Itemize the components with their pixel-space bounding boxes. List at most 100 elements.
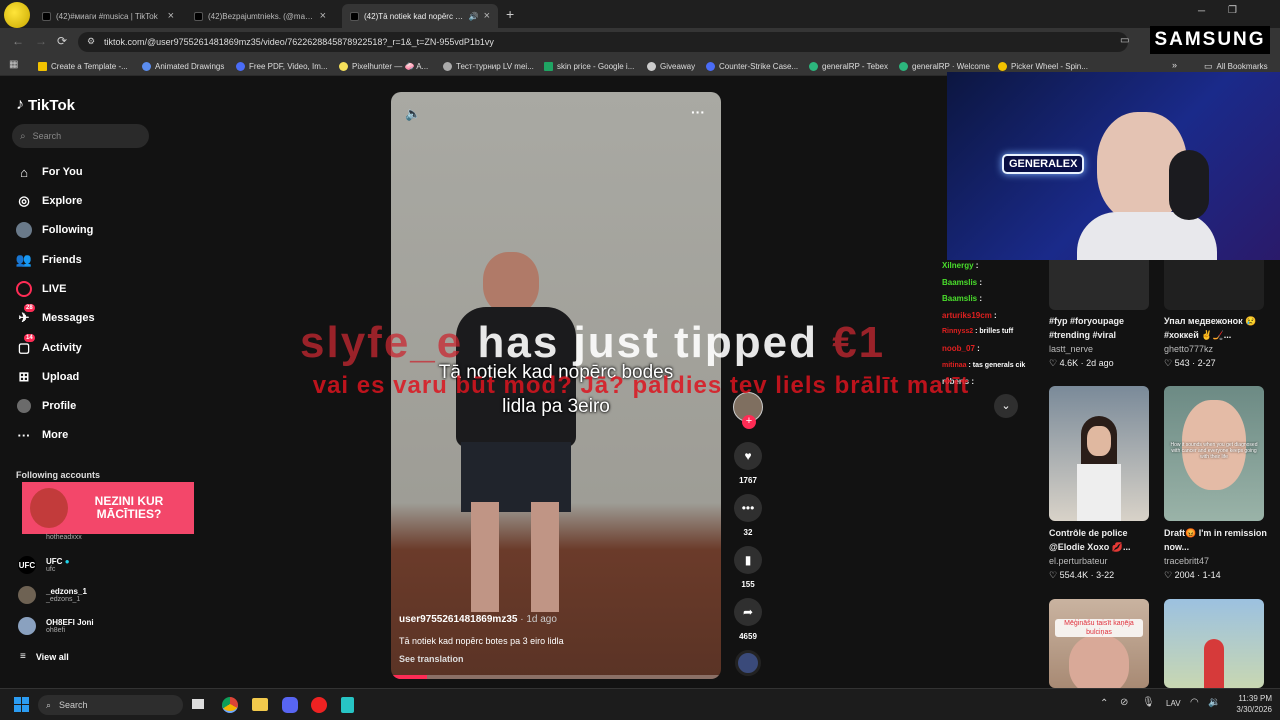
- related-thumb-5[interactable]: [1164, 599, 1264, 688]
- view-all-link[interactable]: ≡ View all: [20, 651, 69, 662]
- tab-0[interactable]: (42)#миаги #musica | TikTok ×: [34, 4, 182, 28]
- video-author[interactable]: user9755261481869mz35 · 1d ago: [399, 614, 557, 625]
- bookmarks-overflow-icon[interactable]: »: [1172, 60, 1177, 70]
- related-thumb-3[interactable]: How it sounds when you get diagnosed wit…: [1164, 386, 1264, 521]
- bookmark-2[interactable]: Free PDF, Video, Im...: [236, 59, 328, 73]
- related-thumb-2[interactable]: [1049, 386, 1149, 521]
- tray-chevron-icon[interactable]: ⌃: [1100, 698, 1108, 709]
- volume-tray-icon[interactable]: 🔉: [1208, 697, 1220, 708]
- tab-1[interactable]: (42)Bezpajumtnieks. (@mangu... ×: [186, 4, 334, 28]
- bookmark-favicon-icon: [647, 61, 656, 71]
- related-thumb-4[interactable]: Mēģināšu taisīt kaņēja bulciņas: [1049, 599, 1149, 688]
- network-icon[interactable]: ⊘: [1120, 697, 1128, 708]
- bookmark-9[interactable]: generalRP · Welcome: [899, 59, 990, 73]
- bookmark-0[interactable]: Create a Template -...: [38, 59, 128, 73]
- language-indicator[interactable]: LAV: [1166, 699, 1181, 708]
- microphone-icon[interactable]: 🎙: [1142, 697, 1155, 708]
- bookmark-3[interactable]: Pixelhunter — 🧼 A...: [339, 59, 428, 73]
- tip-message: vai es varu būt mod? Jā? paldies tev lie…: [312, 372, 970, 399]
- views-icon: ♡: [1164, 570, 1173, 580]
- bookmark-1[interactable]: Animated Drawings: [142, 59, 224, 73]
- following-account-2[interactable]: _edzons_1 _edzons_1: [18, 586, 87, 604]
- forward-icon[interactable]: →: [35, 34, 47, 48]
- nav-upload[interactable]: ⊞ Upload: [16, 369, 80, 385]
- close-tab-icon[interactable]: ×: [484, 10, 490, 22]
- maximize-icon[interactable]: ❐: [1228, 5, 1237, 16]
- address-bar-row: ← → ⟳ ⚙ tiktok.com/@user9755261481869mz3…: [0, 28, 1280, 56]
- comment-button[interactable]: ••• 32: [733, 494, 763, 537]
- profile-avatar[interactable]: [4, 2, 30, 28]
- profile-icon: [16, 398, 32, 414]
- reload-icon[interactable]: ⟳: [57, 34, 67, 48]
- sound-disc-icon[interactable]: [735, 650, 761, 676]
- following-account-1[interactable]: UFC UFC ● ufc: [18, 556, 70, 574]
- bookmark-5[interactable]: skin price - Google i...: [544, 59, 634, 73]
- bookmark-favicon-icon: [544, 61, 553, 71]
- live-icon: [16, 281, 32, 297]
- tab-strip: (42)#миаги #musica | TikTok × (42)Bezpaj…: [0, 0, 1280, 28]
- search-input[interactable]: ⌕ Search: [12, 124, 149, 148]
- windows-start-icon[interactable]: [14, 697, 29, 712]
- file-explorer-icon[interactable]: [252, 698, 268, 711]
- related-item-0[interactable]: #fyp #foryoupage #trending #viral lastt_…: [1049, 314, 1161, 370]
- friends-icon: 👥: [15, 252, 33, 267]
- minimize-icon[interactable]: ─: [1198, 6, 1205, 17]
- site-info-icon[interactable]: ⚙: [87, 36, 95, 47]
- close-tab-icon[interactable]: ×: [168, 10, 174, 22]
- share-button[interactable]: ➦ 4659: [733, 598, 763, 641]
- app-icon[interactable]: [311, 697, 327, 713]
- nav-more[interactable]: ··· More: [16, 427, 69, 443]
- bookmark-8[interactable]: generalRP - Tebex: [809, 59, 888, 73]
- save-button[interactable]: ▮ 155: [733, 546, 763, 589]
- discord-icon[interactable]: [282, 697, 298, 713]
- video-more-icon[interactable]: ···: [691, 104, 705, 120]
- video-person: [441, 252, 591, 632]
- nav-activity[interactable]: ▢ 14 Activity: [16, 334, 82, 356]
- tiktok-favicon-icon: [42, 11, 51, 21]
- url-field[interactable]: ⚙ tiktok.com/@user9755261481869mz35/vide…: [78, 32, 1128, 52]
- all-bookmarks[interactable]: ▭ All Bookmarks: [1204, 59, 1268, 73]
- related-item-2[interactable]: Contrôle de police @Elodie Xoxo 💋... el.…: [1049, 526, 1161, 582]
- related-item-3[interactable]: Draft😡 I'm in remission now... tracebrit…: [1164, 526, 1268, 582]
- nav-live[interactable]: LIVE: [16, 281, 66, 297]
- wifi-icon[interactable]: ◠: [1190, 697, 1199, 708]
- nav-for-you[interactable]: ⌂ For You: [16, 164, 82, 180]
- follow-plus-icon[interactable]: +: [742, 415, 756, 429]
- task-view-icon[interactable]: [192, 699, 204, 709]
- following-account-0[interactable]: hotheadxxx: [18, 534, 82, 541]
- related-thumb-1[interactable]: [1164, 260, 1264, 310]
- stream-ad-banner[interactable]: NEZINI KUR MĀCĪTIES?: [22, 482, 194, 534]
- taskbar-search[interactable]: ⌕ Search: [38, 695, 183, 715]
- chrome-icon[interactable]: [222, 697, 238, 713]
- clock[interactable]: 11:39 PM 3/30/2026: [1228, 693, 1272, 715]
- avatar: [18, 617, 36, 635]
- share-icon: ➦: [734, 598, 762, 626]
- cast-icon[interactable]: ▭: [1120, 35, 1129, 46]
- tab-2[interactable]: (42)Tā notiek kad nopērc b... 🔊 ×: [342, 4, 498, 28]
- tiktok-logo[interactable]: ♪ TikTok: [16, 96, 75, 114]
- nav-following[interactable]: Following: [16, 222, 93, 238]
- bookmark-7[interactable]: Counter-Strike Case...: [706, 59, 798, 73]
- bookmark-6[interactable]: Giveaway: [647, 59, 695, 73]
- related-thumb-0[interactable]: [1049, 260, 1149, 310]
- speaker-icon[interactable]: 🔊: [469, 12, 479, 21]
- bookmark-4[interactable]: Тест-турнир LV mei...: [443, 59, 534, 73]
- apps-icon[interactable]: ▦: [9, 59, 18, 70]
- new-tab-button[interactable]: +: [506, 6, 514, 22]
- related-item-1[interactable]: Упал медвежонок 😢 #хоккей ✌️🏒... ghetto7…: [1164, 314, 1268, 370]
- nav-messages[interactable]: ✈ 28 Messages: [16, 304, 95, 326]
- see-translation-link[interactable]: See translation: [399, 654, 464, 664]
- views-icon: ♡: [1049, 358, 1058, 368]
- upload-icon: ⊞: [18, 369, 30, 384]
- volume-icon[interactable]: 🔈: [405, 106, 421, 122]
- progress-bar[interactable]: [391, 675, 721, 679]
- like-button[interactable]: ♥ 1767: [733, 442, 763, 485]
- nav-explore[interactable]: ◎ Explore: [16, 193, 82, 209]
- back-icon[interactable]: ←: [12, 34, 24, 48]
- bookmark-10[interactable]: Picker Wheel - Spin...: [998, 59, 1088, 73]
- nav-profile[interactable]: Profile: [16, 398, 76, 414]
- notepad-icon[interactable]: [341, 697, 354, 713]
- close-tab-icon[interactable]: ×: [320, 10, 326, 22]
- nav-friends[interactable]: 👥 Friends: [16, 252, 82, 268]
- following-account-3[interactable]: OH8EFI Joni oh8efi: [18, 617, 94, 635]
